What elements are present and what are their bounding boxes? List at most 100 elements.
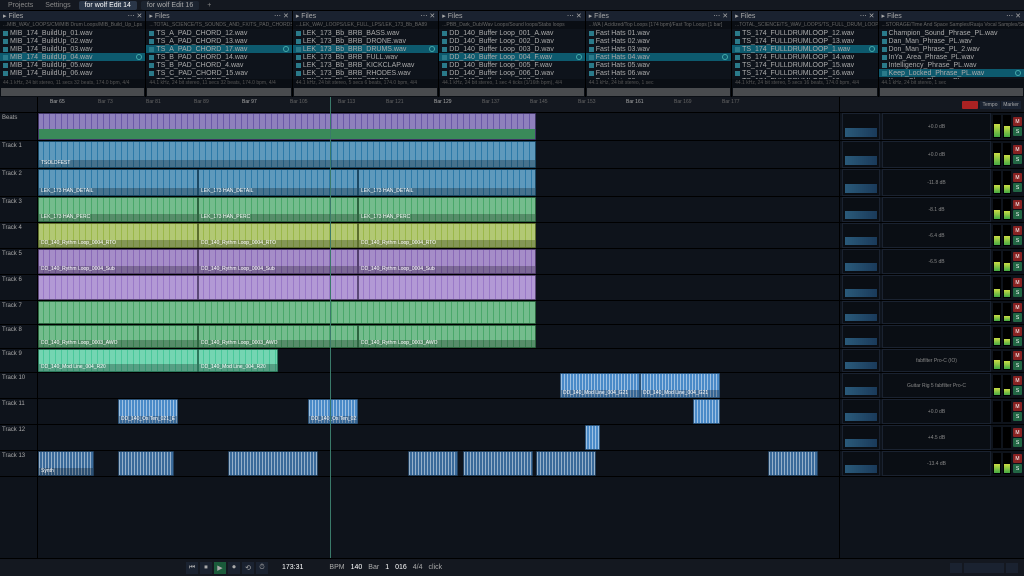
audio-clip[interactable]: Synth: [38, 451, 94, 476]
zoom-slider[interactable]: [964, 563, 1004, 573]
track-row[interactable]: DD_140_Os Ten_021_EDD_140_Os Ten_021_E: [38, 399, 839, 425]
browser-waveform[interactable]: [0, 87, 145, 97]
browser-menu-icon[interactable]: ⋯ ✕: [567, 12, 582, 20]
browser-list[interactable]: TS_A_PAD_CHORD_12.wavTS_A_PAD_CHORD_13.w…: [146, 29, 291, 79]
file-item[interactable]: LEK_173_Bb_BRB_RHODES.wav: [293, 69, 438, 77]
track-row[interactable]: LEK_173 HAN_DETAILLEK_173 HAN_DETAILLEK_…: [38, 169, 839, 197]
mute-button[interactable]: M: [1013, 200, 1022, 209]
channel-fx-slot[interactable]: Guitar Rig 5 fabfilter Pro-C: [882, 373, 991, 398]
refresh-icon[interactable]: [283, 46, 289, 52]
record-arm-button[interactable]: ⏺: [228, 562, 240, 574]
channel-scope[interactable]: [842, 141, 880, 168]
track-header[interactable]: Track 4: [0, 223, 37, 249]
audio-clip[interactable]: [463, 451, 533, 476]
file-item[interactable]: Fast Hats 03.wav: [586, 45, 731, 53]
channel-scope[interactable]: [842, 169, 880, 196]
audio-clip[interactable]: [536, 451, 596, 476]
track-row[interactable]: DD_140_Mod Line_004_R20DD_140_Mod Line_0…: [38, 349, 839, 373]
audio-clip[interactable]: TSOLDFEST: [38, 141, 536, 168]
solo-button[interactable]: S: [1013, 127, 1022, 136]
file-item[interactable]: DD_140_Buffer Loop_004_F.wav: [439, 53, 584, 61]
file-item[interactable]: LEK_173_Bb_BRB_BASS.wav: [293, 29, 438, 37]
track-header[interactable]: Track 13: [0, 451, 37, 477]
browser-path[interactable]: ...LEK_WAV_LOOPS/LEK_FULL_LPS/LEK_173_Bb…: [293, 21, 438, 29]
channel-fx-slot[interactable]: +0.0 dB: [882, 113, 991, 140]
audio-clip[interactable]: DD_140_Mod Line_004_R20: [198, 349, 278, 372]
record-button[interactable]: [962, 101, 978, 109]
audio-clip[interactable]: DD_140_Os Ten_021_E: [118, 399, 178, 424]
channel-scope[interactable]: [842, 275, 880, 300]
mute-button[interactable]: M: [1013, 252, 1022, 261]
channel-scope[interactable]: [842, 223, 880, 248]
file-item[interactable]: MIB_174_BuildUp_06.wav: [0, 69, 145, 77]
audio-clip[interactable]: DD_140_Mod Line_004_G21: [640, 373, 720, 398]
audio-clip[interactable]: LEK_173 HAN_PERC: [38, 197, 198, 222]
track-row[interactable]: [38, 301, 839, 325]
audio-clip[interactable]: DD_140_Rythm Loop_0003_AWO: [38, 325, 198, 348]
audio-clip[interactable]: DD_140_Rythm Loop_0003_AWO: [198, 325, 358, 348]
file-item[interactable]: Fast Hats 05.wav: [586, 61, 731, 69]
arrangement-view[interactable]: Bar 65Bar 73Bar 81Bar 89Bar 97Bar 105Bar…: [38, 97, 839, 558]
audio-clip[interactable]: [768, 451, 818, 476]
track-header[interactable]: Track 2: [0, 169, 37, 197]
browser-path[interactable]: ...MIB_WAV_LOOPS/CM/MIB Drum Loops/MIB_B…: [0, 21, 145, 29]
track-row[interactable]: Synth: [38, 451, 839, 477]
audio-clip[interactable]: LEK_173 HAN_DETAIL: [38, 169, 198, 196]
solo-button[interactable]: S: [1013, 262, 1022, 271]
solo-button[interactable]: S: [1013, 210, 1022, 219]
refresh-icon[interactable]: [429, 46, 435, 52]
file-item[interactable]: MIB_174_BuildUp_01.wav: [0, 29, 145, 37]
nav-projects[interactable]: Projects: [4, 1, 37, 10]
solo-button[interactable]: S: [1013, 288, 1022, 297]
audio-clip[interactable]: [585, 425, 600, 450]
file-item[interactable]: InYa_Area_Phrase_PL.wav: [879, 53, 1024, 61]
audio-clip[interactable]: DD_140_Mod Line_004_G21: [560, 373, 640, 398]
audio-clip[interactable]: DD_140_Rythm Loop_0004_Sub: [38, 249, 198, 274]
file-item[interactable]: Dan_Man_Phrase_PL.wav: [879, 37, 1024, 45]
refresh-icon[interactable]: [576, 54, 582, 60]
audio-clip[interactable]: [38, 113, 536, 140]
audio-clip[interactable]: [198, 275, 358, 300]
solo-button[interactable]: S: [1013, 236, 1022, 245]
zoom-out-button[interactable]: [950, 563, 962, 573]
file-item[interactable]: MIB_174_BuildUp_02.wav: [0, 37, 145, 45]
audio-clip[interactable]: DD_140_Rythm Loop_0004_RTO: [38, 223, 198, 248]
file-item[interactable]: LEK_173_Bb_BRB_FULL.wav: [293, 53, 438, 61]
bpm-value[interactable]: 140: [351, 564, 363, 571]
channel-scope[interactable]: [842, 197, 880, 222]
audio-clip[interactable]: DD_140_Rythm Loop_0004_RTO: [198, 223, 358, 248]
browser-path[interactable]: ...PBB_Dark_Dub/Wav Loops/Sound loops/St…: [439, 21, 584, 29]
solo-button[interactable]: S: [1013, 155, 1022, 164]
file-item[interactable]: DD_140_Buffer Loop_001_A.wav: [439, 29, 584, 37]
file-item[interactable]: TS_174_FULLDRUMLOOP_13.wav: [732, 37, 877, 45]
file-item[interactable]: Champion_Sound_Phrase_PL.wav: [879, 29, 1024, 37]
browser-list[interactable]: Champion_Sound_Phrase_PL.wavDan_Man_Phra…: [879, 29, 1024, 79]
refresh-icon[interactable]: [1015, 70, 1021, 76]
file-item[interactable]: LEK_173_Bb_BRB_KICKCLAP.wav: [293, 61, 438, 69]
audio-clip[interactable]: [408, 451, 458, 476]
play-button[interactable]: ▶: [214, 562, 226, 574]
channel-fx-slot[interactable]: +4.5 dB: [882, 425, 991, 450]
rewind-button[interactable]: ⏮: [186, 562, 198, 574]
mute-button[interactable]: M: [1013, 428, 1022, 437]
audio-clip[interactable]: LEK_173 HAN_DETAIL: [358, 169, 536, 196]
channel-scope[interactable]: [842, 373, 880, 398]
file-item[interactable]: LEK_173_Bb_BRB_DRONE.wav: [293, 37, 438, 45]
track-header[interactable]: Track 6: [0, 275, 37, 301]
browser-path[interactable]: ...TOTAL_SCIENCE/TS_SOUNDS_AND_FX/TS_PAD…: [146, 21, 291, 29]
audio-clip[interactable]: LEK_173 HAN_PERC: [198, 197, 358, 222]
file-item[interactable]: TS_174_FULLDRUMLOOP_1.wav: [732, 45, 877, 53]
file-item[interactable]: TS_A_PAD_CHORD_17.wav: [146, 45, 291, 53]
track-row[interactable]: [38, 425, 839, 451]
track-row[interactable]: TSOLDFEST: [38, 141, 839, 169]
channel-fx-slot[interactable]: -6.4 dB: [882, 223, 991, 248]
track-row[interactable]: [38, 275, 839, 301]
file-item[interactable]: Intelligency_Phrase_PL.wav: [879, 61, 1024, 69]
solo-button[interactable]: S: [1013, 438, 1022, 447]
file-item[interactable]: Fast Hats 04.wav: [586, 53, 731, 61]
audio-clip[interactable]: [118, 451, 174, 476]
track-header[interactable]: Track 3: [0, 197, 37, 223]
audio-clip[interactable]: DD_140_Mod Line_004_R20: [38, 349, 198, 372]
stop-button[interactable]: ⏹: [200, 562, 212, 574]
browser-list[interactable]: LEK_173_Bb_BRB_BASS.wavLEK_173_Bb_BRB_DR…: [293, 29, 438, 79]
